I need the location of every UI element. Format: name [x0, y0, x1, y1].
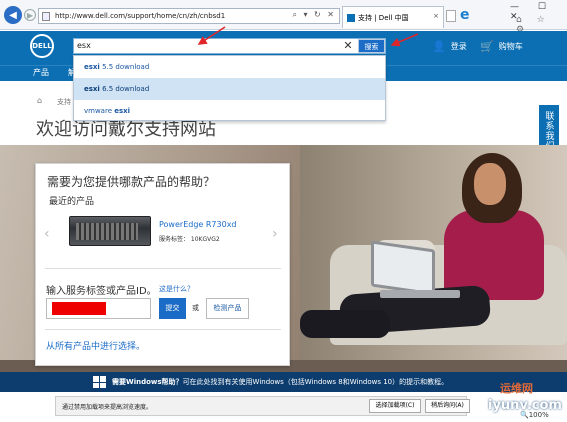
- login-link[interactable]: 👤 登录: [432, 40, 467, 53]
- suggestion-item[interactable]: vmware esxi: [74, 100, 385, 122]
- recent-products-label: 最近的产品: [49, 197, 95, 207]
- windows-help-bold: 需要Windows帮助？: [112, 378, 183, 386]
- divider: [45, 329, 281, 330]
- page-icon: [42, 12, 50, 21]
- dell-logo[interactable]: DELL: [30, 34, 54, 58]
- detect-product-button[interactable]: 检测产品: [206, 298, 249, 319]
- tab-close-icon[interactable]: ×: [433, 12, 439, 20]
- windows-help-text[interactable]: 需要Windows帮助？可在此处找到有关使用Windows（包括Windows …: [112, 377, 448, 387]
- suggestion-item-highlighted[interactable]: esxi 6.5 download: [74, 78, 385, 100]
- new-tab-button[interactable]: [446, 10, 456, 22]
- ie-logo-icon: e: [460, 7, 470, 23]
- card-title: 需要为您提供哪款产品的帮助？: [47, 175, 216, 189]
- carousel-prev-icon[interactable]: ‹: [44, 226, 50, 242]
- user-icon: 👤: [432, 40, 446, 53]
- person-legs-lower-image: [300, 310, 390, 338]
- login-label: 登录: [450, 42, 467, 51]
- search-clear-icon[interactable]: ✕: [342, 39, 354, 53]
- cart-link[interactable]: 🛒 购物车: [480, 40, 523, 53]
- tab-title: 支持 | Dell 中国: [358, 13, 409, 22]
- cart-label: 购物车: [498, 42, 523, 51]
- back-button[interactable]: ◀: [4, 6, 22, 24]
- watermark-line2: iyunv.com: [488, 398, 562, 413]
- search-input[interactable]: esx: [73, 38, 386, 54]
- carousel-next-icon[interactable]: ›: [272, 226, 278, 242]
- product-name-link[interactable]: PowerEdge R730xd: [159, 220, 237, 229]
- browser-tab[interactable]: 支持 | Dell 中国 ×: [342, 6, 444, 28]
- address-bar[interactable]: http://www.dell.com/support/home/cn/zh/c…: [38, 8, 340, 24]
- windows-logo-icon: [93, 376, 106, 388]
- choose-all-products-link[interactable]: 从所有产品中进行选择。: [46, 339, 145, 352]
- breadcrumb[interactable]: 支持: [57, 97, 71, 107]
- search-suggestions: esxi 5.5 download esxi 6.5 download vmwa…: [73, 55, 386, 121]
- redaction-mark: [52, 302, 106, 315]
- windows-help-body: 可在此处找到有关使用Windows（包括Windows 8和Windows 10…: [182, 378, 449, 386]
- search-button[interactable]: 搜索: [358, 39, 385, 53]
- choose-addons-button[interactable]: 选择加载项(C): [369, 399, 421, 413]
- service-tag-text: 服务标签： 10KGVG2: [159, 236, 220, 243]
- person-face-image: [474, 163, 506, 205]
- or-label: 或: [192, 304, 199, 312]
- address-actions[interactable]: ⌕ ▾ ↻ ✕: [292, 10, 336, 20]
- laptop-image: [371, 240, 435, 296]
- laptop-base-image: [380, 290, 460, 298]
- dell-favicon-icon: [347, 13, 355, 22]
- divider: [45, 268, 281, 269]
- what-is-this-link[interactable]: 这是什么？: [159, 284, 194, 294]
- ask-later-button[interactable]: 稍后询问(A): [425, 399, 470, 413]
- suggestion-item[interactable]: esxi 5.5 download: [74, 56, 385, 78]
- nav-item-products[interactable]: 产品: [33, 67, 49, 78]
- forward-button[interactable]: ▶: [24, 9, 36, 21]
- watermark-line1: 运维网: [500, 382, 533, 395]
- submit-button[interactable]: 提交: [159, 298, 186, 319]
- home-icon[interactable]: ⌂: [37, 96, 42, 105]
- server-product-image[interactable]: [69, 216, 151, 246]
- service-tag-label: 输入服务标签或产品ID。: [46, 286, 157, 297]
- notification-text: 通过禁用加载项来提高浏览速度。: [62, 404, 153, 411]
- url-text: http://www.dell.com/support/home/cn/zh/c…: [55, 12, 226, 20]
- cart-icon: 🛒: [480, 40, 494, 53]
